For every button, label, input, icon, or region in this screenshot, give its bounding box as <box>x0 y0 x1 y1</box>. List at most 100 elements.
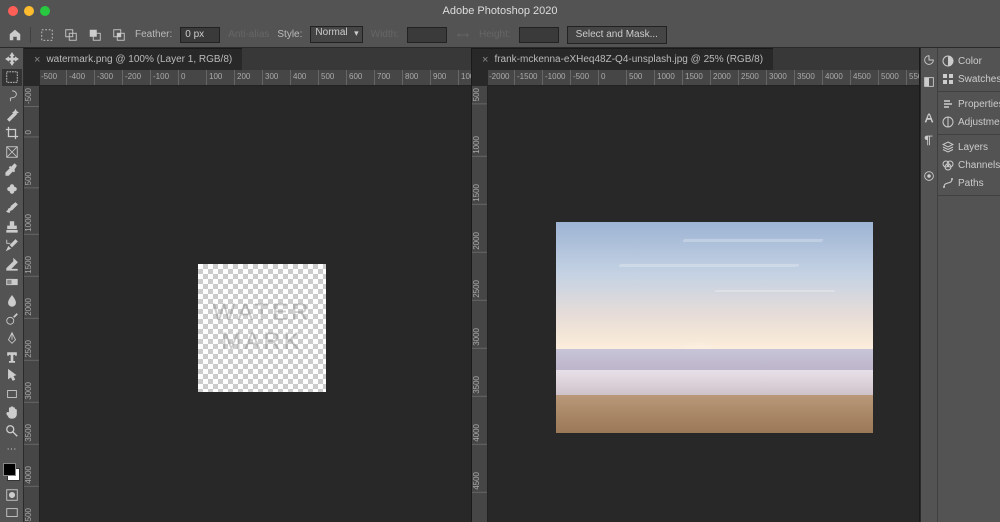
style-select[interactable]: Normal <box>310 26 362 43</box>
lasso-tool[interactable] <box>2 87 22 105</box>
feather-input[interactable] <box>180 27 220 43</box>
select-and-mask-button[interactable]: Select and Mask... <box>567 26 667 44</box>
ruler-tick: 1500 <box>24 256 40 277</box>
properties-panel-tab[interactable]: Properties <box>938 95 1000 113</box>
ruler-tick: -200 <box>122 70 143 86</box>
color-icon <box>942 55 954 67</box>
heal-tool[interactable] <box>2 180 22 198</box>
adjustments-panel-tab[interactable]: Adjustments <box>938 113 1000 131</box>
vertical-ruler-1[interactable]: -500050010001500200025003000350040004500 <box>24 86 40 522</box>
wand-tool[interactable] <box>2 106 22 124</box>
swatches-panel-tab[interactable]: Swatches <box>938 70 1000 88</box>
brush-tool[interactable] <box>2 199 22 217</box>
paths-panel-tab[interactable]: Paths <box>938 174 1000 192</box>
eyedropper-tool[interactable] <box>2 162 22 180</box>
cloud-icon <box>619 264 800 267</box>
quickmask-tool[interactable] <box>2 486 22 504</box>
properties-icon <box>942 98 954 110</box>
crop-tool[interactable] <box>2 124 22 142</box>
swatches-icon <box>942 73 954 85</box>
ruler-tick: 2500 <box>738 70 761 86</box>
ruler-tick: 1000 <box>24 214 40 235</box>
ruler-tick: 0 <box>178 70 187 86</box>
title-bar: Adobe Photoshop 2020 <box>0 0 1000 22</box>
blur-tool[interactable] <box>2 292 22 310</box>
selection-new-icon[interactable] <box>39 27 55 43</box>
paragraph-panel-icon[interactable] <box>921 132 937 148</box>
tab-bar-1: × watermark.png @ 100% (Layer 1, RGB/8) <box>24 48 471 70</box>
eraser-tool[interactable] <box>2 255 22 273</box>
selection-intersect-icon[interactable] <box>111 27 127 43</box>
swap-dims-icon <box>455 27 471 43</box>
horizontal-ruler-2[interactable]: -2000-1500-1000-500050010001500200025003… <box>488 70 919 86</box>
close-tab-icon[interactable]: × <box>34 54 40 66</box>
ruler-tick: 700 <box>374 70 392 86</box>
minimize-window-icon[interactable] <box>24 6 34 16</box>
separator <box>30 27 31 43</box>
frame-tool[interactable] <box>2 143 22 161</box>
document-1: × watermark.png @ 100% (Layer 1, RGB/8) … <box>24 48 472 522</box>
stamp-tool[interactable] <box>2 217 22 235</box>
ruler-tick: -2000 <box>488 70 511 86</box>
right-panels: Color Swatches Properties Adjustments La… <box>920 48 1000 522</box>
close-tab-icon[interactable]: × <box>482 54 488 66</box>
foreground-swatch[interactable] <box>3 463 16 476</box>
width-input <box>407 27 447 43</box>
selection-add-icon[interactable] <box>63 27 79 43</box>
ruler-tick: -1500 <box>514 70 539 86</box>
collapsed-panel-icons <box>921 48 938 522</box>
ruler-tick: 2500 <box>24 340 40 361</box>
document-tab-1[interactable]: × watermark.png @ 100% (Layer 1, RGB/8) <box>24 48 242 70</box>
color-panel-tab[interactable]: Color <box>938 52 1000 70</box>
selection-subtract-icon[interactable] <box>87 27 103 43</box>
zoom-tool[interactable] <box>2 422 22 440</box>
canvas-area-2[interactable] <box>488 86 919 522</box>
ruler-tick: 300 <box>262 70 280 86</box>
layers-panel-tab[interactable]: Layers <box>938 138 1000 156</box>
type-tool[interactable] <box>2 348 22 366</box>
ruler-tick: 200 <box>234 70 252 86</box>
ruler-tick: 4500 <box>472 472 488 493</box>
maximize-window-icon[interactable] <box>40 6 50 16</box>
character-panel-icon[interactable] <box>921 110 937 126</box>
ruler-tick: -400 <box>66 70 87 86</box>
ruler-tick: 1000 <box>472 136 488 157</box>
close-window-icon[interactable] <box>8 6 18 16</box>
ruler-tick: 0 <box>598 70 607 86</box>
watermark-text: WATER MARK <box>213 299 312 357</box>
horizontal-ruler-1[interactable]: -500-400-300-200-10001002003004005006007… <box>40 70 471 86</box>
hand-tool[interactable] <box>2 404 22 422</box>
gradient-tool[interactable] <box>2 273 22 291</box>
document-tab-2[interactable]: × frank-mckenna-eXHeq48Z-Q4-unsplash.jpg… <box>472 48 773 70</box>
home-icon[interactable] <box>8 28 22 42</box>
adjustments-icon <box>942 116 954 128</box>
pen-tool[interactable] <box>2 329 22 347</box>
marquee-tool[interactable] <box>2 69 22 87</box>
ruler-tick: -500 <box>24 88 40 107</box>
dodge-tool[interactable] <box>2 311 22 329</box>
brush-panel-icon[interactable] <box>921 168 937 184</box>
watermark-canvas[interactable]: WATER MARK <box>198 264 326 392</box>
channels-panel-tab[interactable]: Channels <box>938 156 1000 174</box>
canvas-area-1[interactable]: WATER MARK <box>40 86 471 522</box>
history-panel-icon[interactable] <box>921 52 937 68</box>
vertical-ruler-2[interactable]: 50010001500200025003000350040004500 <box>472 86 488 522</box>
ruler-tick: 500 <box>318 70 336 86</box>
path-select-tool[interactable] <box>2 366 22 384</box>
panel-tabs: Color Swatches Properties Adjustments La… <box>938 48 1000 522</box>
ruler-tick: 4000 <box>24 466 40 487</box>
window-controls <box>0 6 50 16</box>
antialias-label: Anti-alias <box>228 29 269 40</box>
move-tool[interactable] <box>2 50 22 68</box>
ruler-tick: 3500 <box>472 376 488 397</box>
screenmode-tool[interactable] <box>2 504 22 522</box>
beach-photo-canvas[interactable] <box>556 222 873 433</box>
more-tools-icon[interactable]: ⋯ <box>2 441 22 459</box>
sand-region <box>556 395 873 433</box>
rectangle-tool[interactable] <box>2 385 22 403</box>
color-swatches[interactable] <box>2 461 22 484</box>
ruler-tick: -1000 <box>542 70 567 86</box>
cloud-icon <box>682 239 823 242</box>
fill-panel-icon[interactable] <box>921 74 937 90</box>
history-brush-tool[interactable] <box>2 236 22 254</box>
